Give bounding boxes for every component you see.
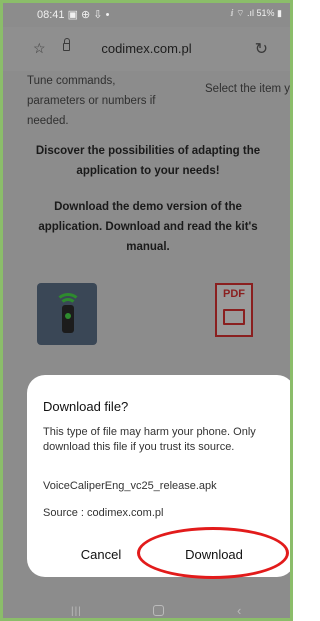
signal-dot-icon <box>65 313 71 319</box>
status-indicators: ⅈ ⌔ .ıl 51% ▮ <box>230 8 282 18</box>
discover-heading: Discover the possibilities of adapting t… <box>35 145 261 177</box>
pdf-label: PDF <box>223 288 245 300</box>
back-icon[interactable]: ‹ <box>237 603 241 618</box>
download-dialog: Download file? This type of file may har… <box>27 375 290 579</box>
cancel-button[interactable]: Cancel <box>61 543 141 565</box>
download-heading: Download the demo version of the applica… <box>38 201 258 253</box>
home-icon[interactable] <box>153 605 164 616</box>
url-text[interactable]: codimex.com.pl <box>3 41 290 56</box>
reload-icon[interactable]: ↻ <box>255 39 268 59</box>
dialog-source: Source : codimex.com.pl <box>43 507 164 519</box>
dialog-title: Download file? <box>43 399 129 414</box>
recent-apps-icon[interactable]: ||| <box>71 606 82 617</box>
dialog-warning: This type of file may harm your phone. O… <box>43 426 256 453</box>
app-download-icon[interactable] <box>37 283 97 345</box>
status-bar: 08:41 ▣ ⊕ ⇩ • ⅈ ⌔ .ıl 51% ▮ <box>3 3 290 27</box>
right-column-text: Select the item yo to tune. <box>205 83 291 95</box>
phone-frame: 08:41 ▣ ⊕ ⇩ • ⅈ ⌔ .ıl 51% ▮ ☆ codimex.co… <box>0 0 293 621</box>
address-bar: ☆ codimex.com.pl ↻ <box>3 27 290 71</box>
remote-icon <box>62 305 74 333</box>
pdf-manual-icon[interactable]: PDF <box>215 283 253 337</box>
highlight-circle <box>137 527 289 579</box>
status-time: 08:41 ▣ ⊕ ⇩ • <box>37 9 110 21</box>
navigation-bar: ||| ‹ <box>3 601 290 618</box>
left-column-text: Tune commands, parameters or numbers if … <box>27 75 156 127</box>
folder-icon <box>223 309 245 325</box>
dialog-filename: VoiceCaliperEng_vc25_release.apk <box>43 480 217 492</box>
